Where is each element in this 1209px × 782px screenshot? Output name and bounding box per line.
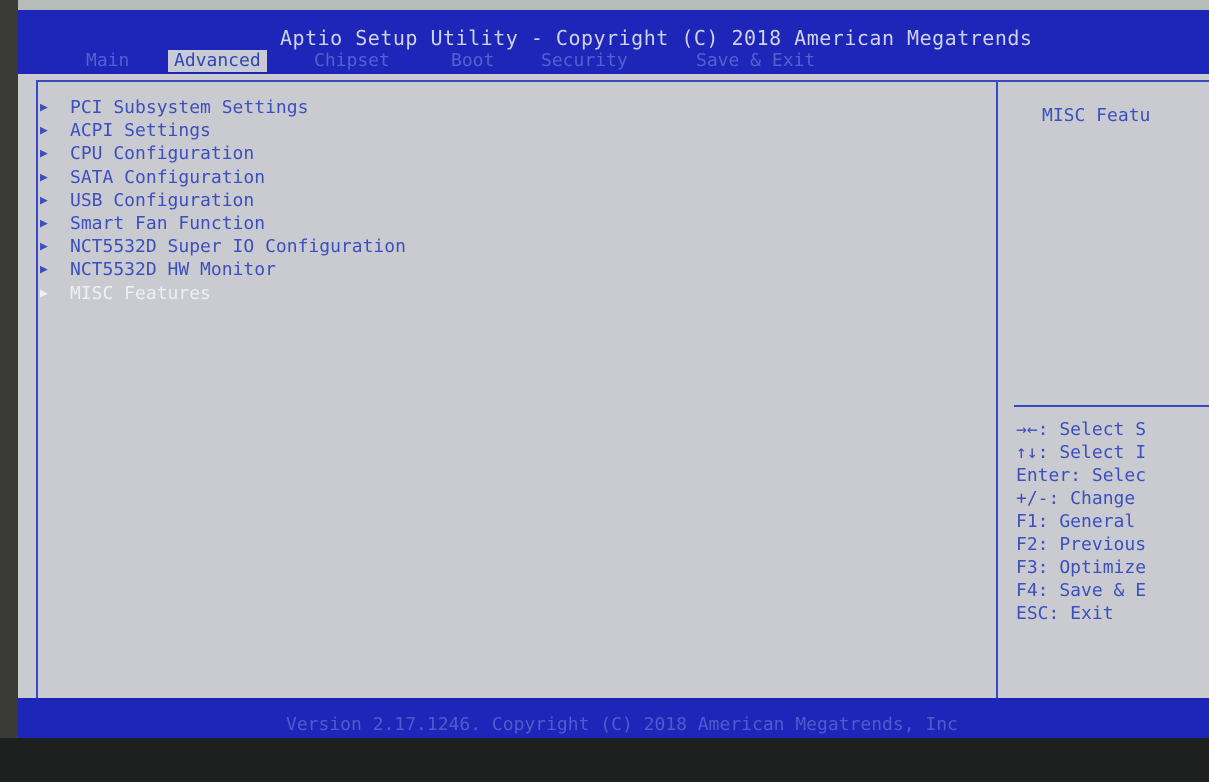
help-description: MISC Featu <box>1042 105 1151 126</box>
menu-item-label: SATA Configuration <box>70 166 266 188</box>
menu-item-label: PCI Subsystem Settings <box>70 97 309 118</box>
monitor-bezel-bottom <box>0 738 1209 782</box>
menu-item-label: CPU Configuration <box>70 143 255 165</box>
tab-boot[interactable]: Boot <box>445 50 500 72</box>
submenu-arrow-icon: ▶ <box>40 169 48 185</box>
key-help-enter: Enter: Selec <box>1016 465 1147 486</box>
key-help-select-screen: →←: Select S <box>1016 419 1147 440</box>
header-bar: Aptio Setup Utility - Copyright (C) 2018… <box>18 10 1209 74</box>
menu-item-label: MISC Features <box>70 282 211 304</box>
key-help-list: →←: Select S ↑↓: Select I Enter: Selec +… <box>1016 418 1146 625</box>
key-help-change: +/-: Change <box>1016 488 1136 509</box>
submenu-arrow-icon: ▶ <box>40 285 48 301</box>
help-separator <box>1014 405 1209 407</box>
key-help-f4: F4: Save & E <box>1016 580 1147 601</box>
submenu-arrow-icon: ▶ <box>40 192 48 208</box>
bios-screen: Aptio Setup Utility - Copyright (C) 2018… <box>18 10 1209 738</box>
menu-item-label: USB Configuration <box>70 189 255 211</box>
key-help-f1: F1: General <box>1016 511 1136 532</box>
tab-chipset[interactable]: Chipset <box>308 50 396 72</box>
pane-divider <box>996 80 998 718</box>
submenu-arrow-icon: ▶ <box>40 123 48 139</box>
tab-security[interactable]: Security <box>535 50 634 72</box>
submenu-arrow-icon: ▶ <box>40 100 48 115</box>
menu-item-label: Smart Fan Function <box>70 212 266 234</box>
utility-title: Aptio Setup Utility - Copyright (C) 2018… <box>280 26 1033 50</box>
key-help-esc: ESC: Exit <box>1016 603 1114 624</box>
menu-item-label: ACPI Settings <box>70 120 211 142</box>
menu-item-label: NCT5532D HW Monitor <box>70 259 276 281</box>
key-help-f3: F3: Optimize <box>1016 557 1147 578</box>
menu-item-label: NCT5532D Super IO Configuration <box>70 236 406 258</box>
submenu-arrow-icon: ▶ <box>40 262 48 278</box>
key-help-select-item: ↑↓: Select I <box>1016 442 1147 463</box>
tab-advanced[interactable]: Advanced <box>168 50 267 72</box>
version-text: Version 2.17.1246. Copyright (C) 2018 Am… <box>286 714 958 735</box>
tab-main[interactable]: Main <box>80 50 135 72</box>
tab-save-exit[interactable]: Save & Exit <box>690 50 821 72</box>
submenu-arrow-icon: ▶ <box>40 215 48 231</box>
monitor-bezel-left <box>0 0 18 782</box>
submenu-arrow-icon: ▶ <box>40 239 48 255</box>
footer-bar: Version 2.17.1246. Copyright (C) 2018 Am… <box>18 698 1209 738</box>
submenu-arrow-icon: ▶ <box>40 146 48 162</box>
key-help-f2: F2: Previous <box>1016 534 1147 555</box>
